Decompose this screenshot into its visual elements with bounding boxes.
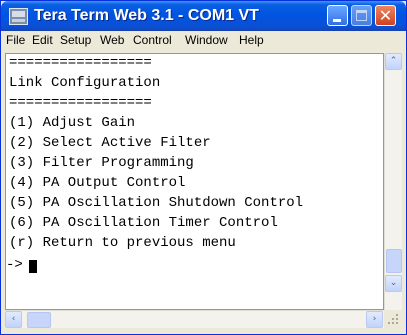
chevron-down-icon: ⌄ (389, 278, 398, 288)
close-icon: ✕ (378, 6, 393, 25)
vertical-scroll-thumb[interactable] (386, 249, 402, 273)
minimize-icon (333, 19, 341, 22)
text-cursor (29, 260, 37, 273)
terminal-window: Tera Term Web 3.1 - COM1 VT ✕ File Edit … (0, 0, 407, 335)
grip-dot (396, 314, 398, 316)
resize-grip[interactable] (384, 310, 402, 328)
terminal-line: (2) Select Active Filter (9, 135, 211, 151)
vertical-scrollbar[interactable]: ⌃ ⌄ (384, 53, 402, 310)
menu-setup[interactable]: Setup (60, 33, 91, 47)
terminal-line: (6) PA Oscillation Timer Control (9, 215, 278, 231)
menu-help[interactable]: Help (239, 33, 264, 47)
grip-dot (392, 322, 394, 324)
grip-dot (388, 322, 390, 324)
terminal-line: (1) Adjust Gain (9, 115, 136, 131)
maximize-icon (356, 10, 367, 21)
terminal-line: (5) PA Oscillation Shutdown Control (9, 195, 304, 211)
terminal-line: Link Configuration (9, 75, 161, 91)
menu-control[interactable]: Control (133, 33, 172, 47)
menu-file[interactable]: File (6, 33, 25, 47)
terminal-prompt: -> (6, 257, 23, 273)
maximize-button[interactable] (351, 5, 372, 26)
chevron-right-icon: › (372, 314, 377, 324)
terminal-line: ================= (9, 95, 152, 111)
terminal-line: (r) Return to previous menu (9, 235, 236, 251)
scroll-left-button[interactable]: ‹ (5, 311, 22, 328)
menu-bar: File Edit Setup Web Control Window Help (1, 31, 406, 50)
terminal-area[interactable]: ================= Link Configuration ===… (5, 53, 384, 310)
app-icon-keyboard (12, 19, 25, 22)
horizontal-scrollbar[interactable]: ‹ › (5, 310, 384, 328)
close-button[interactable]: ✕ (375, 5, 396, 26)
terminal-line: ================= (9, 55, 152, 71)
horizontal-scroll-thumb[interactable] (27, 312, 51, 328)
scroll-up-button[interactable]: ⌃ (385, 53, 402, 70)
chevron-left-icon: ‹ (11, 314, 16, 324)
minimize-button[interactable] (327, 5, 348, 26)
scroll-down-button[interactable]: ⌄ (385, 275, 402, 292)
terminal-line: (4) PA Output Control (9, 175, 186, 191)
teraterm-app-icon[interactable] (9, 8, 28, 25)
scroll-right-button[interactable]: › (366, 311, 383, 328)
grip-dot (392, 318, 394, 320)
grip-dot (396, 322, 398, 324)
menu-web[interactable]: Web (100, 33, 124, 47)
grip-dot (396, 318, 398, 320)
menu-edit[interactable]: Edit (32, 33, 53, 47)
window-title: Tera Term Web 3.1 - COM1 VT (34, 7, 259, 24)
terminal-line: (3) Filter Programming (9, 155, 194, 171)
chevron-up-icon: ⌃ (389, 56, 398, 66)
menu-window[interactable]: Window (185, 33, 228, 47)
app-icon-screen (12, 11, 25, 17)
title-bar[interactable]: Tera Term Web 3.1 - COM1 VT ✕ (1, 1, 406, 31)
